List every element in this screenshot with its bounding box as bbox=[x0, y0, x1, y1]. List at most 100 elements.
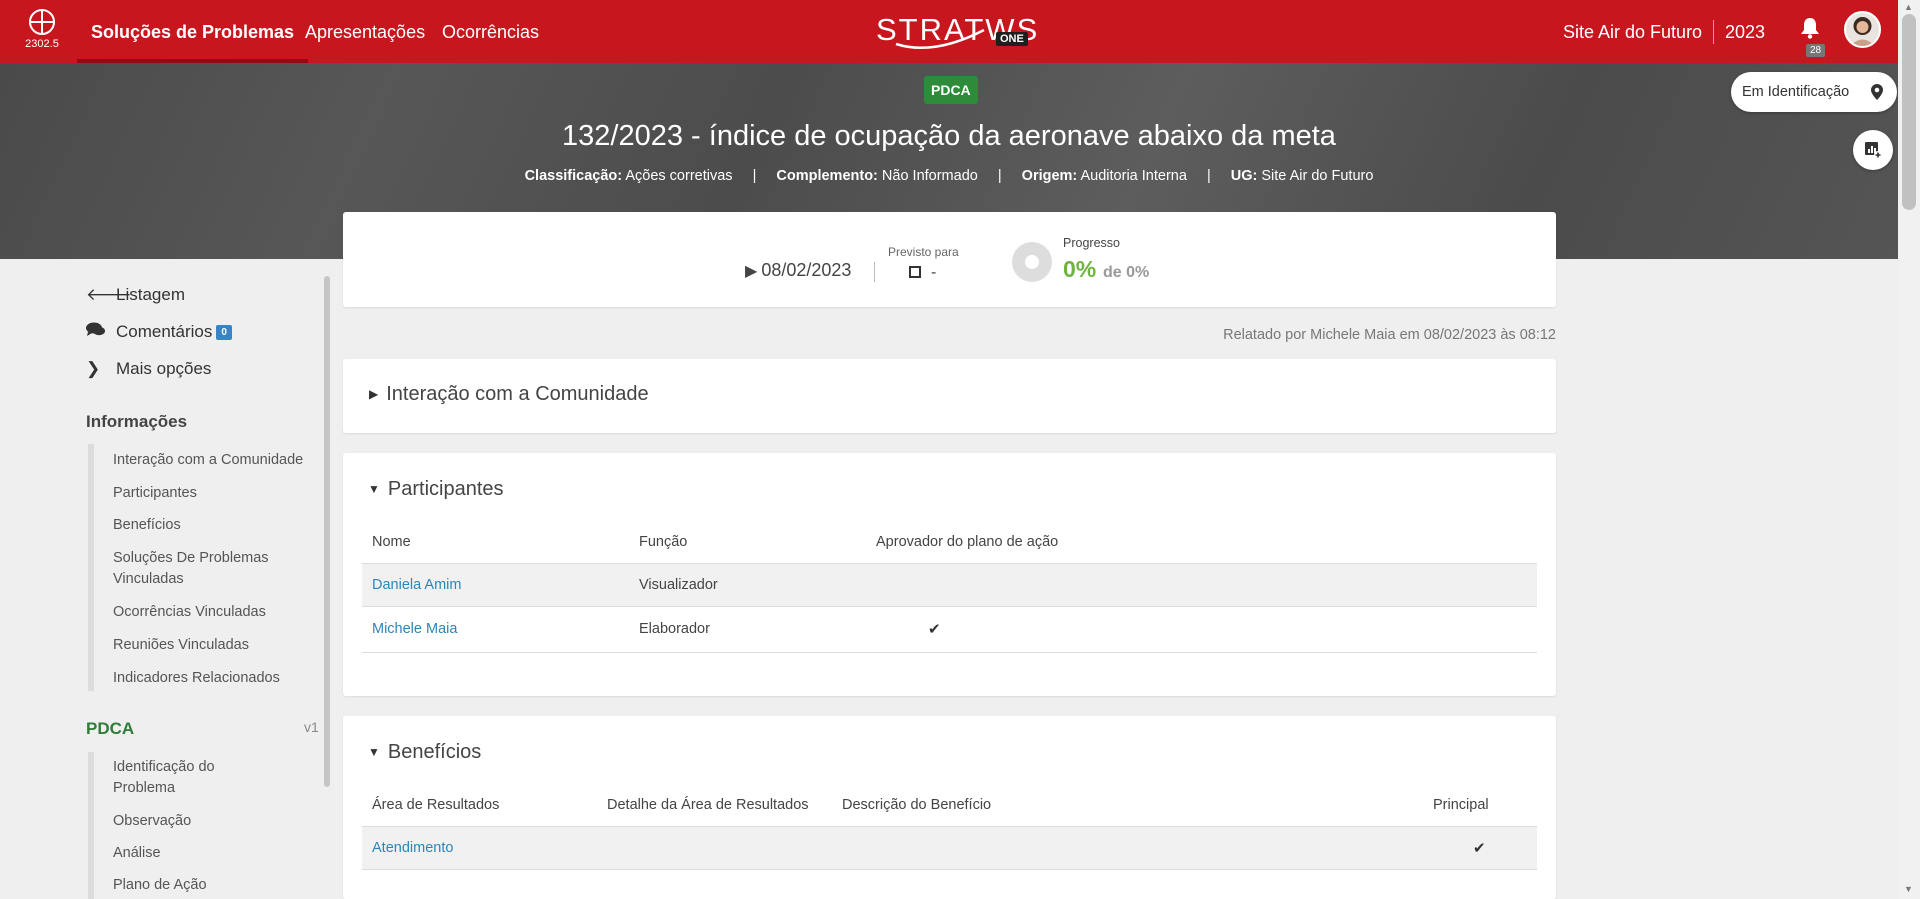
table-row: Daniela Amim Visualizador bbox=[362, 563, 1537, 607]
column-header-aprovador[interactable]: Aprovador do plano de ação bbox=[876, 534, 1058, 550]
column-header-detalhe[interactable]: Detalhe da Área de Resultados bbox=[607, 797, 809, 813]
stop-icon bbox=[909, 266, 921, 278]
participants-section: ▼ Participantes Nome Função Aprovador do … bbox=[343, 453, 1556, 696]
column-header-descricao[interactable]: Descrição do Benefício bbox=[842, 797, 991, 813]
sidebar-item-plano-acao[interactable]: Plano de Ação bbox=[113, 875, 318, 896]
chevron-right-icon: ❯ bbox=[86, 359, 101, 378]
table-row: Michele Maia Elaborador ✔ bbox=[362, 607, 1537, 653]
page-scrollbar[interactable]: ▲ ▼ bbox=[1898, 0, 1920, 899]
bell-icon bbox=[1801, 18, 1819, 39]
sidebar-link-label: Comentários bbox=[116, 322, 213, 341]
meta-separator: | bbox=[752, 168, 757, 184]
add-indicator-button[interactable] bbox=[1853, 130, 1893, 170]
brand-one-badge: ONE bbox=[996, 32, 1028, 46]
sidebar-item-linked-meetings[interactable]: Reuniões Vinculadas bbox=[113, 635, 318, 656]
user-avatar[interactable] bbox=[1844, 11, 1881, 48]
participants-section-toggle[interactable]: ▼ Participantes bbox=[368, 478, 504, 501]
methodology-badge: PDCA bbox=[924, 76, 978, 104]
benefits-section-toggle[interactable]: ▼ Benefícios bbox=[368, 741, 481, 764]
nav-solucoes[interactable]: Soluções de Problemas bbox=[76, 0, 309, 63]
info-section-title: Informações bbox=[86, 412, 188, 431]
sidebar-item-observacao[interactable]: Observação bbox=[113, 811, 318, 832]
community-section-title: Interação com a Comunidade bbox=[386, 383, 649, 405]
reported-by: Relatado por Michele Maia em 08/02/2023 … bbox=[1223, 327, 1556, 343]
back-to-list-link[interactable]: 🡐Listagem bbox=[86, 285, 185, 305]
progress-donut bbox=[1012, 242, 1052, 282]
sidebar-scrollbar[interactable] bbox=[324, 276, 330, 787]
arrow-left-icon: 🡐 bbox=[86, 285, 132, 304]
sidebar-item-linked-solutions[interactable]: Soluções De Problemas Vinculadas bbox=[113, 548, 293, 590]
community-section: ▶ Interação com a Comunidade bbox=[343, 359, 1556, 433]
comments-count-badge: 0 bbox=[216, 325, 232, 340]
comments-icon bbox=[86, 322, 116, 342]
pdca-section-title: PDCA bbox=[86, 719, 135, 738]
sidebar-item-analise[interactable]: Análise bbox=[113, 843, 318, 864]
play-icon: ▶ bbox=[745, 263, 758, 280]
notifications-button[interactable] bbox=[1800, 17, 1820, 44]
caret-right-icon: ▶ bbox=[369, 387, 379, 401]
community-section-toggle[interactable]: ▶ Interação com a Comunidade bbox=[369, 383, 649, 406]
sidebar-item-benefits[interactable]: Benefícios bbox=[113, 515, 318, 536]
meta-value-classificacao: Ações corretivas bbox=[625, 168, 733, 184]
divider bbox=[1713, 20, 1714, 44]
forecast-label: Previsto para bbox=[888, 245, 959, 259]
divider bbox=[874, 262, 875, 282]
dates-progress-card: ▶ 08/02/2023 Previsto para - Progresso 0%… bbox=[343, 212, 1556, 307]
sidebar-link-label: Mais opções bbox=[116, 359, 212, 378]
progress-value: 0% bbox=[1063, 256, 1097, 282]
approver-check-icon: ✔ bbox=[928, 621, 941, 638]
start-date-value: 08/02/2023 bbox=[761, 260, 852, 280]
benefits-section-title: Benefícios bbox=[387, 741, 482, 763]
nav-ocorrencias[interactable]: Ocorrências bbox=[442, 0, 539, 63]
start-date: ▶ 08/02/2023 bbox=[745, 260, 851, 281]
benefits-section: ▼ Benefícios Área de Resultados Detalhe d… bbox=[343, 716, 1556, 899]
sidebar-item-participants[interactable]: Participantes bbox=[113, 483, 318, 504]
participant-role: Elaborador bbox=[639, 621, 710, 637]
participants-section-title: Participantes bbox=[387, 478, 504, 500]
scroll-up-icon[interactable]: ▲ bbox=[1904, 2, 1913, 12]
app-version: 2302.5 bbox=[25, 38, 59, 50]
brand-swoosh-icon bbox=[895, 28, 985, 50]
add-chart-icon bbox=[1865, 142, 1882, 159]
pdca-nav-rail bbox=[88, 752, 94, 899]
brand-logo: STRATWS ONE bbox=[876, 12, 1039, 52]
nav-apresentacoes[interactable]: Apresentações bbox=[305, 0, 425, 63]
participant-role: Visualizador bbox=[639, 577, 718, 593]
page-title: 132/2023 - índice de ocupação da aeronav… bbox=[562, 120, 1336, 152]
year-selector[interactable]: 2023 bbox=[1725, 0, 1765, 64]
scroll-down-icon[interactable]: ▼ bbox=[1904, 884, 1913, 894]
participant-name-link[interactable]: Daniela Amim bbox=[372, 577, 461, 593]
sidebar-item-community[interactable]: Interação com a Comunidade bbox=[113, 450, 318, 471]
column-header-area[interactable]: Área de Resultados bbox=[372, 797, 499, 813]
column-header-principal[interactable]: Principal bbox=[1433, 797, 1489, 813]
benefit-area-link[interactable]: Atendimento bbox=[372, 840, 453, 856]
status-label: Em Identificação bbox=[1742, 84, 1850, 100]
comments-link[interactable]: Comentários 0 bbox=[86, 322, 232, 342]
meta-separator: | bbox=[997, 168, 1002, 184]
progress-label: Progresso bbox=[1063, 236, 1120, 250]
column-header-nome[interactable]: Nome bbox=[372, 534, 411, 550]
scrollbar-thumb[interactable] bbox=[1902, 14, 1916, 210]
column-header-funcao[interactable]: Função bbox=[639, 534, 687, 550]
meta-value-ug: Site Air do Futuro bbox=[1261, 168, 1374, 184]
info-nav-rail bbox=[88, 444, 94, 691]
meta-label-ug: UG: bbox=[1230, 168, 1258, 184]
notifications-count: 28 bbox=[1806, 44, 1826, 57]
caret-down-icon: ▼ bbox=[368, 482, 380, 496]
participant-name-link[interactable]: Michele Maia bbox=[372, 621, 457, 637]
avatar-image bbox=[1846, 13, 1879, 46]
sidebar-item-related-indicators[interactable]: Indicadores Relacionados bbox=[113, 668, 318, 689]
site-selector[interactable]: Site Air do Futuro bbox=[1563, 0, 1702, 64]
status-button[interactable]: Em Identificação bbox=[1731, 72, 1897, 112]
meta-value-origem: Auditoria Interna bbox=[1080, 168, 1187, 184]
more-options-link[interactable]: ❯ Mais opções bbox=[86, 359, 211, 379]
meta-separator: | bbox=[1206, 168, 1211, 184]
logo-icon bbox=[29, 9, 55, 35]
forecast-value: - bbox=[931, 264, 937, 281]
app-logo[interactable]: 2302.5 bbox=[24, 8, 60, 50]
meta-label-complemento: Complemento: bbox=[776, 168, 878, 184]
sidebar-item-identificacao[interactable]: Identificação do Problema bbox=[113, 757, 233, 799]
sidebar-item-linked-occurrences[interactable]: Ocorrências Vinculadas bbox=[113, 602, 318, 623]
map-marker-icon bbox=[1871, 84, 1883, 100]
meta-label-classificacao: Classificação: bbox=[524, 168, 623, 184]
